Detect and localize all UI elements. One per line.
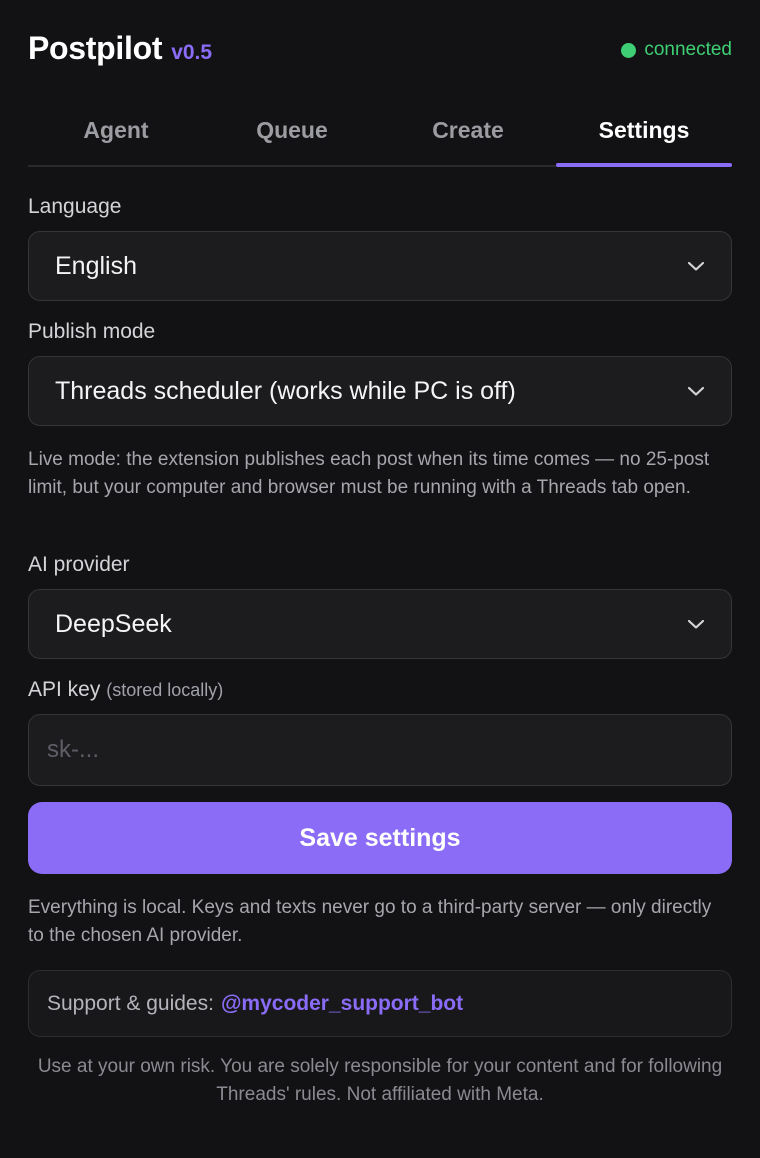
- api-key-label: API key (stored locally): [28, 678, 223, 702]
- publish-mode-help: Live mode: the extension publishes each …: [28, 449, 710, 498]
- chevron-down-icon: [687, 619, 705, 629]
- publish-mode-select[interactable]: Threads scheduler (works while PC is off…: [28, 356, 732, 426]
- privacy-note: Everything is local. Keys and texts neve…: [28, 897, 712, 946]
- tab-settings[interactable]: Settings: [556, 96, 732, 167]
- support-box: Support & guides: @mycoder_support_bot: [28, 970, 732, 1037]
- brand: Postpilot v0.5: [28, 30, 212, 67]
- tab-queue[interactable]: Queue: [204, 96, 380, 165]
- chevron-down-icon: [687, 386, 705, 396]
- api-key-label-text: API key: [28, 678, 101, 701]
- app-version: v0.5: [171, 41, 213, 64]
- ai-provider-select[interactable]: DeepSeek: [28, 589, 732, 659]
- disclaimer: Use at your own risk. You are solely res…: [37, 1056, 723, 1105]
- connection-status: connected: [621, 39, 732, 61]
- tab-agent[interactable]: Agent: [28, 96, 204, 165]
- header: Postpilot v0.5 connected: [28, 30, 732, 74]
- ai-provider-select-value: DeepSeek: [55, 609, 172, 638]
- api-key-input[interactable]: [28, 714, 732, 786]
- publish-mode-label: Publish mode: [28, 320, 156, 343]
- language-select[interactable]: English: [28, 231, 732, 301]
- status-dot-icon: [621, 42, 637, 58]
- ai-provider-label: AI provider: [28, 553, 130, 576]
- chevron-down-icon: [687, 261, 705, 271]
- app-name: Postpilot: [28, 30, 163, 66]
- language-label: Language: [28, 195, 122, 218]
- support-bot-link[interactable]: @mycoder_support_bot: [221, 992, 463, 1016]
- status-text: connected: [644, 39, 732, 60]
- tab-bar: Agent Queue Create Settings: [28, 96, 732, 167]
- save-settings-button[interactable]: Save settings: [28, 802, 732, 874]
- language-select-value: English: [55, 251, 137, 280]
- publish-mode-select-value: Threads scheduler (works while PC is off…: [55, 376, 516, 405]
- support-prefix: Support & guides:: [47, 991, 214, 1015]
- api-key-label-note: (stored locally): [106, 680, 224, 700]
- tab-create[interactable]: Create: [380, 96, 556, 165]
